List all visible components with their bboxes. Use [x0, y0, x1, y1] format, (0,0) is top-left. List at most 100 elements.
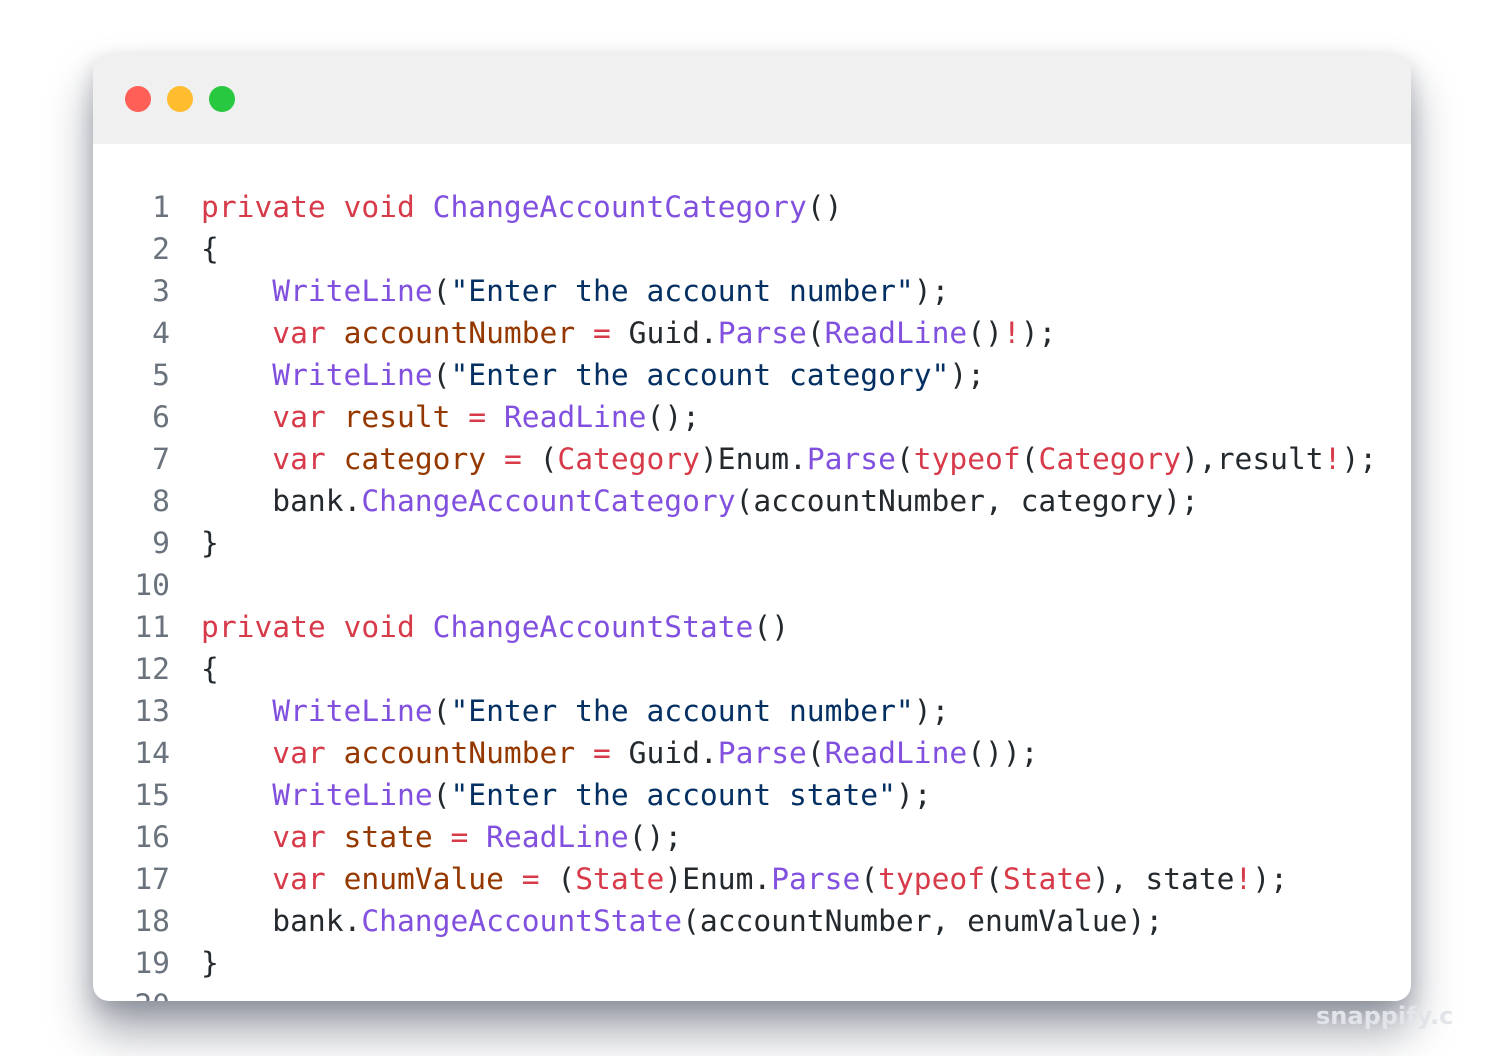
code-token: ( [539, 862, 576, 896]
code-text: bank.ChangeAccountState(accountNumber, e… [201, 900, 1163, 942]
code-token: WriteLine [272, 694, 433, 728]
code-token: ( [895, 442, 914, 476]
line-number: 4 [152, 316, 170, 350]
code-token: = [468, 400, 487, 434]
code-text: { [201, 648, 219, 690]
code-token: ); [1252, 862, 1288, 896]
code-token: } [201, 526, 219, 560]
code-text: WriteLine("Enter the account number"); [201, 690, 949, 732]
line-number: 17 [134, 862, 170, 896]
code-text: var enumValue = (State)Enum.Parse(typeof… [201, 858, 1288, 900]
code-token: ChangeAccountState [432, 610, 754, 644]
code-token: ReadLine [503, 400, 647, 434]
code-text: var category = (Category)Enum.Parse(type… [201, 438, 1377, 480]
code-text: private void ChangeAccountState() [201, 606, 789, 648]
code-token: = [450, 820, 469, 854]
code-token: bank. [201, 904, 362, 938]
code-token: result [343, 400, 451, 434]
code-token: ( [806, 736, 825, 770]
code-token: void [343, 610, 415, 644]
code-token: ( [985, 862, 1003, 896]
code-line: 11 private void ChangeAccountState() [93, 606, 1411, 648]
code-token: ! [1323, 442, 1342, 476]
code-token: ! [1002, 316, 1021, 350]
code-line: 8 bank.ChangeAccountCategory(accountNumb… [93, 480, 1411, 522]
code-token: { [201, 232, 219, 266]
code-token: ReadLine [486, 820, 629, 854]
canvas: 1 private void ChangeAccountCategory() 2{ 3… [0, 0, 1504, 1056]
code-token: ); [949, 358, 985, 392]
code-line: 2{ [93, 228, 1411, 270]
code-text: var accountNumber = Guid.Parse(ReadLine(… [201, 732, 1039, 774]
code-token: WriteLine [272, 358, 433, 392]
code-token: ( [432, 358, 451, 392]
code-token: WriteLine [272, 778, 433, 812]
code-token: = [503, 442, 522, 476]
code-line: 1 private void ChangeAccountCategory() [93, 186, 1411, 228]
line-number: 18 [134, 904, 170, 938]
code-token: typeof [913, 442, 1021, 476]
code-token: ( [521, 442, 558, 476]
code-token: state [343, 820, 433, 854]
code-token: private [201, 610, 326, 644]
code-token: ()); [967, 736, 1039, 770]
code-line: 14 var accountNumber = Guid.Parse(ReadLi… [93, 732, 1411, 774]
code-token: ); [913, 274, 950, 308]
code-token: ChangeAccountCategory [432, 190, 807, 224]
code-text: var accountNumber = Guid.Parse(ReadLine(… [201, 312, 1056, 354]
code-text: WriteLine("Enter the account number"); [201, 270, 949, 312]
code-token: { [201, 652, 219, 686]
code-text: var state = ReadLine(); [201, 816, 682, 858]
code-token: var [272, 442, 326, 476]
code-token: ( [860, 862, 879, 896]
code-token: ReadLine [824, 736, 968, 770]
code-line: 4 var accountNumber = Guid.Parse(ReadLin… [93, 312, 1411, 354]
line-number: 5 [152, 358, 170, 392]
code-text: } [201, 522, 219, 564]
code-token: accountNumber [343, 316, 576, 350]
code-line: 17 var enumValue = (State)Enum.Parse(typ… [93, 858, 1411, 900]
code-line: 18 bank.ChangeAccountState(accountNumber… [93, 900, 1411, 942]
code-token: ReadLine [824, 316, 968, 350]
code-token: ( [1020, 442, 1039, 476]
line-number: 10 [134, 568, 170, 602]
watermark-logo: snappify.c [1316, 1002, 1454, 1030]
code-text: WriteLine("Enter the account state"); [201, 774, 931, 816]
minimize-dot-icon[interactable] [167, 86, 193, 112]
code-token: } [201, 946, 219, 980]
maximize-dot-icon[interactable] [209, 86, 235, 112]
code-token: "Enter the account category" [450, 358, 950, 392]
code-token: ( [432, 694, 451, 728]
code-token: var [272, 400, 326, 434]
code-token: var [272, 316, 326, 350]
code-token: ); [1020, 316, 1057, 350]
code-token: ( [432, 778, 451, 812]
line-number: 14 [134, 736, 170, 770]
code-line: 5 WriteLine("Enter the account category"… [93, 354, 1411, 396]
code-line: 20 [93, 984, 1411, 1001]
line-number: 19 [134, 946, 170, 980]
code-token: = [521, 862, 540, 896]
code-line: 16 var state = ReadLine(); [93, 816, 1411, 858]
code-token: (); [628, 820, 683, 854]
code-token: var [272, 820, 326, 854]
code-token: var [272, 736, 326, 770]
code-line: 12 { [93, 648, 1411, 690]
line-number: 12 [134, 652, 170, 686]
close-dot-icon[interactable] [125, 86, 151, 112]
line-number: 3 [152, 274, 170, 308]
